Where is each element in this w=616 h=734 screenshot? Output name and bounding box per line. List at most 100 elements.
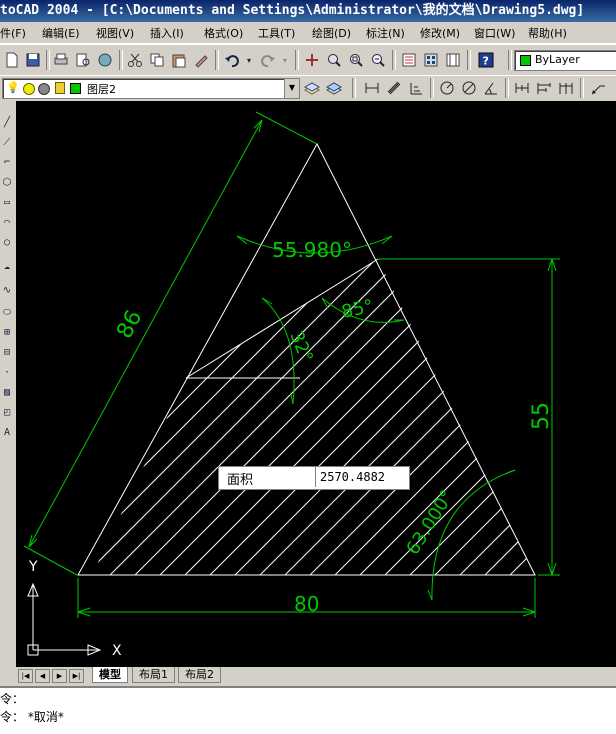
menu-view[interactable]: 视图(V) xyxy=(96,25,134,41)
menu-file[interactable]: 件(F) xyxy=(0,25,26,41)
arc-icon[interactable]: ⌒ xyxy=(1,216,13,230)
tab-layout1[interactable]: 布局1 xyxy=(132,667,175,683)
tab-layout2[interactable]: 布局2 xyxy=(178,667,221,683)
toolbar-separator xyxy=(580,78,584,98)
dim-ordinate-icon[interactable] xyxy=(406,78,426,98)
last-tab-icon[interactable]: ▶| xyxy=(69,669,84,683)
toolbar-separator xyxy=(392,50,396,70)
leader-icon[interactable] xyxy=(588,78,608,98)
menu-draw[interactable]: 绘图(D) xyxy=(312,25,351,41)
menu-format[interactable]: 格式(O) xyxy=(204,25,243,41)
zoom-previous-icon[interactable] xyxy=(368,50,388,70)
dim-angular-icon[interactable] xyxy=(481,78,501,98)
polyline-icon[interactable]: ⌐ xyxy=(1,156,13,170)
zoom-realtime-icon[interactable] xyxy=(324,50,344,70)
layer-control-dropdown[interactable]: 💡 图层2 ▼ xyxy=(2,78,300,99)
area-label: 面积 xyxy=(227,473,254,488)
next-tab-icon[interactable]: ▶ xyxy=(52,669,67,683)
publish-icon[interactable] xyxy=(95,50,115,70)
area-info-box: 面积 2570.4882 xyxy=(218,466,410,490)
construction-line-icon[interactable]: ⟋ xyxy=(1,136,13,150)
viewport-freeze-icon xyxy=(38,83,50,95)
menu-modify[interactable]: 修改(M) xyxy=(420,25,460,41)
menu-tools[interactable]: 工具(T) xyxy=(258,25,295,41)
print-icon[interactable] xyxy=(51,50,71,70)
dim-length-base: 80 xyxy=(294,592,319,616)
toolbar-separator xyxy=(215,50,219,70)
dim-linear-icon[interactable] xyxy=(362,78,382,98)
preview-icon[interactable] xyxy=(73,50,93,70)
area-value: 2570.4882 xyxy=(315,467,412,487)
svg-text:?: ? xyxy=(483,55,489,68)
toolpalette-icon[interactable] xyxy=(443,50,463,70)
dim-angle-inner: 32° xyxy=(285,328,316,365)
first-tab-icon[interactable]: |◀ xyxy=(18,669,33,683)
properties-icon[interactable] xyxy=(399,50,419,70)
region-icon[interactable]: ◰ xyxy=(1,406,13,420)
dim-angle-bottom: 63.000° xyxy=(402,486,458,558)
redo-icon[interactable] xyxy=(258,50,278,70)
draw-toolbar: ╱ ⟋ ⌐ ⬡ ▭ ⌒ ○ ☁ ∿ ⬭ ⊞ ⊟ · ▨ ◰ A xyxy=(0,100,16,670)
toolbar-separator xyxy=(295,50,299,70)
layers-toolbar: 💡 图层2 ▼ xyxy=(0,75,616,102)
hatch-icon[interactable]: ▨ xyxy=(1,386,13,400)
toolbar-separator xyxy=(467,50,471,70)
spline-icon[interactable]: ∿ xyxy=(1,284,13,298)
menu-window[interactable]: 窗口(W) xyxy=(474,25,515,41)
menu-edit[interactable]: 编辑(E) xyxy=(42,25,80,41)
dim-diameter-icon[interactable] xyxy=(459,78,479,98)
make-object-layer-current-icon[interactable] xyxy=(302,78,322,98)
dim-length-side: 86 xyxy=(112,306,147,342)
make-block-icon[interactable]: ⊟ xyxy=(1,346,13,360)
ellipse-icon[interactable]: ⬭ xyxy=(1,306,13,320)
command-history-line: 令： *取消* xyxy=(0,710,64,724)
dim-aligned-icon[interactable] xyxy=(384,78,404,98)
copy-icon[interactable] xyxy=(147,50,167,70)
lock-icon xyxy=(55,82,65,94)
cut-icon[interactable] xyxy=(125,50,145,70)
matchprop-icon[interactable] xyxy=(191,50,211,70)
menu-dimension[interactable]: 标注(N) xyxy=(366,25,405,41)
color-control-dropdown[interactable]: ByLayer xyxy=(514,50,616,71)
title-bar: toCAD 2004 - [C:\Documents and Settings\… xyxy=(0,0,616,22)
chevron-down-icon[interactable]: ▼ xyxy=(284,79,299,98)
toolbar-separator xyxy=(508,50,512,70)
lightbulb-icon: 💡 xyxy=(6,81,20,94)
menu-insert[interactable]: 插入(I) xyxy=(150,25,184,41)
new-icon[interactable] xyxy=(2,50,22,70)
zoom-window-icon[interactable] xyxy=(346,50,366,70)
ucs-y-label: Y xyxy=(28,559,38,575)
revcloud-icon[interactable]: ☁ xyxy=(1,260,13,274)
prev-tab-icon[interactable]: ◀ xyxy=(35,669,50,683)
mtext-icon[interactable]: A xyxy=(1,426,13,440)
redo-dropdown-icon[interactable]: ▾ xyxy=(280,50,290,70)
help-icon[interactable]: ? xyxy=(476,50,496,70)
dim-radius-icon[interactable] xyxy=(437,78,457,98)
dim-baseline-icon[interactable] xyxy=(534,78,554,98)
drawing-canvas[interactable]: 55.980° 85° 32° 86 55 80 63.000° Y X xyxy=(16,101,616,667)
paste-icon[interactable] xyxy=(169,50,189,70)
menu-help[interactable]: 帮助(H) xyxy=(528,25,567,41)
layer-color-swatch xyxy=(70,83,81,94)
circle-icon[interactable]: ○ xyxy=(1,236,13,250)
undo-icon[interactable] xyxy=(222,50,242,70)
layer-previous-icon[interactable] xyxy=(324,78,344,98)
save-icon[interactable] xyxy=(23,50,43,70)
menu-bar: 件(F) 编辑(E) 视图(V) 插入(I) 格式(O) 工具(T) 绘图(D)… xyxy=(0,22,616,44)
window-title: toCAD 2004 - [C:\Documents and Settings\… xyxy=(0,3,585,18)
insert-block-icon[interactable]: ⊞ xyxy=(1,326,13,340)
point-icon[interactable]: · xyxy=(1,366,13,380)
line-icon[interactable]: ╱ xyxy=(1,116,13,130)
dim-angle-top: 55.980° xyxy=(272,238,352,262)
rectangle-icon[interactable]: ▭ xyxy=(1,196,13,210)
tab-model[interactable]: 模型 xyxy=(92,667,128,683)
pan-icon[interactable] xyxy=(302,50,322,70)
designcenter-icon[interactable] xyxy=(421,50,441,70)
quick-dim-icon[interactable] xyxy=(512,78,532,98)
undo-dropdown-icon[interactable]: ▾ xyxy=(244,50,254,70)
polygon-icon[interactable]: ⬡ xyxy=(1,176,13,190)
dim-continue-icon[interactable] xyxy=(556,78,576,98)
command-line[interactable]: 令： 令： *取消* xyxy=(0,686,616,734)
sun-icon xyxy=(23,83,35,95)
standard-toolbar: ▾ ▾ ? ByLayer xyxy=(0,44,616,76)
